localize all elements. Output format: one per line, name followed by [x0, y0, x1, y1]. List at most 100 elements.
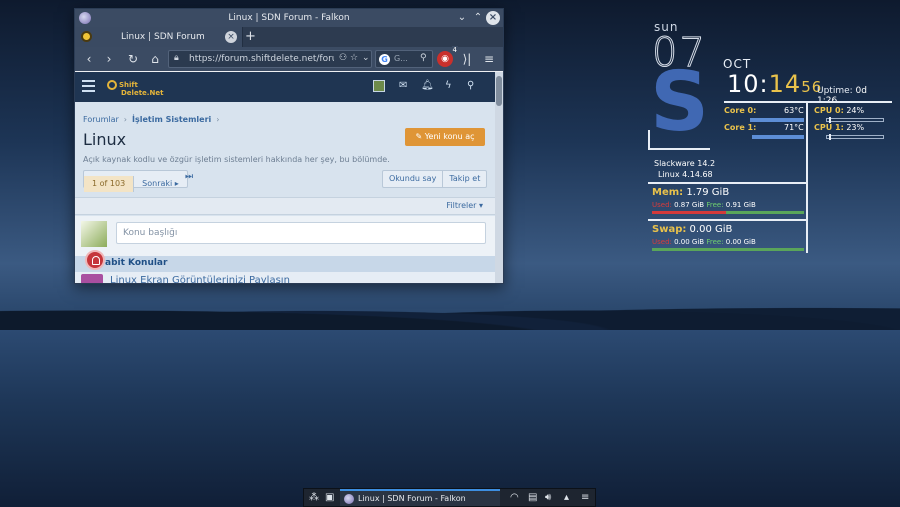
reload-icon[interactable]: ↻ [125, 51, 141, 67]
site-logo[interactable]: Shift Delete.Net [107, 80, 163, 97]
core1-bar [752, 135, 804, 139]
window-titlebar[interactable]: Linux | SDN Forum - Falkon ⌄ ⌃ × [75, 9, 503, 27]
memory-bar [652, 211, 804, 214]
maximize-icon[interactable]: ⌃ [471, 11, 485, 25]
member-avatar [81, 221, 107, 247]
search-box[interactable]: G G... ⚲ [375, 50, 433, 68]
bookmark-star-icon[interactable]: ☆ [350, 53, 358, 63]
sticky-heading: abit Konular [105, 258, 168, 268]
browser-window[interactable]: Linux | SDN Forum - Falkon ⌄ ⌃ × Linux |… [74, 8, 504, 284]
tab-linux-sdn-forum[interactable]: Linux | SDN Forum × [75, 27, 243, 47]
cpu0-bar [826, 117, 884, 123]
cpu1-bar [826, 134, 884, 140]
breadcrumb: Forumlar › İşletim Sistemleri › [83, 115, 220, 124]
forward-icon[interactable]: › [101, 51, 117, 67]
forum-actions: Okundu say Takip et [382, 170, 488, 188]
conky-widget: sun 07 S OCT 10:1456 Uptime: 0d 1:26 Cor… [640, 12, 892, 262]
mark-read-button[interactable]: Okundu say [383, 171, 442, 187]
topic-title-input[interactable]: Konu başlığı [116, 222, 486, 244]
user-icon[interactable]: ⚇ [339, 53, 347, 63]
swap-info: Swap: 0.00 GiB Used: 0.00 GiB Free: 0.00… [652, 224, 804, 251]
window-title: Linux | SDN Forum - Falkon [228, 13, 350, 23]
inbox-icon[interactable]: ✉ [399, 80, 407, 91]
quick-thread-row: Konu başlığı [75, 216, 495, 256]
close-window-icon[interactable]: × [486, 11, 500, 25]
site-header: Shift Delete.Net ✉ 🔔︎ ϟ ⚲ [75, 72, 495, 102]
site-search-icon[interactable]: ⚲ [467, 80, 474, 91]
search-icon[interactable]: ⚲ [420, 53, 427, 63]
forum-description: Açık kaynak kodlu ve özgür işletim siste… [83, 155, 390, 164]
conky-letter: S [650, 55, 710, 150]
web-page: Shift Delete.Net ✉ 🔔︎ ϟ ⚲ Forumlar › İşleti… [75, 72, 495, 283]
logo-circle-icon [107, 80, 117, 90]
memory-info: Mem: 1.79 GiB Used: 0.87 GiB Free: 0.91 … [652, 187, 804, 214]
swap-bar [652, 248, 804, 251]
breadcrumb-item-isletim[interactable]: İşletim Sistemleri [132, 115, 211, 124]
minimize-icon[interactable]: ⌄ [455, 11, 469, 25]
follow-button[interactable]: Takip et [442, 171, 486, 187]
tab-close-icon[interactable]: × [225, 31, 237, 43]
sidebar-toggle-icon[interactable]: ⟩| [459, 51, 475, 67]
thread-avatar [81, 274, 103, 283]
conky-divider [724, 101, 892, 103]
distro: Slackware 14.2 [654, 159, 716, 168]
core0-bar [750, 118, 804, 122]
page-current[interactable]: 1 of 103 [84, 176, 135, 192]
clipboard-icon[interactable]: ▤ [528, 492, 537, 503]
thread-title[interactable]: Linux Ekran Görüntülerinizi Paylaşın [110, 275, 290, 283]
conky-uptime: Uptime: 0d 1:26 [817, 86, 867, 106]
new-tab-button[interactable]: + [245, 29, 256, 44]
page-scrollbar[interactable] [495, 72, 503, 283]
conky-divider [648, 148, 710, 150]
show-desktop-icon[interactable]: ▣ [325, 492, 334, 503]
hamburger-menu-icon[interactable] [82, 80, 95, 92]
user-avatar[interactable] [373, 80, 385, 92]
conky-divider [806, 101, 808, 253]
address-bar[interactable]: 🔒︎ https://forum.shiftdelete.net/forums … [168, 50, 372, 68]
page-next-button[interactable]: Sonraki ▸ [134, 176, 187, 192]
navigation-toolbar: ‹ › ↻ ⌂ 🔒︎ https://forum.shiftdelete.net… [75, 46, 503, 71]
tab-label: Linux | SDN Forum [121, 32, 205, 42]
home-icon[interactable]: ⌂ [147, 51, 163, 67]
conky-time: 10:1456 [727, 70, 823, 98]
bell-icon[interactable]: 🔔︎ [421, 80, 434, 91]
falkon-task-icon [344, 494, 354, 504]
breadcrumb-item-forumlar[interactable]: Forumlar [83, 115, 119, 124]
google-icon: G [379, 54, 390, 65]
logo-text-2: Delete.Net [121, 89, 164, 97]
kernel: Linux 4.14.68 [658, 170, 713, 179]
app-launcher-icon[interactable]: ⁂ [309, 492, 319, 503]
notification-bell-icon[interactable] [85, 250, 105, 270]
wallpaper-lake [0, 330, 900, 507]
tab-bar: Linux | SDN Forum × + [75, 27, 503, 47]
last-page-icon[interactable]: ⏭ [185, 172, 193, 182]
dropdown-chevron-icon[interactable]: ⌄ [362, 53, 370, 63]
logo-text-1: Shift [119, 81, 138, 89]
taskbar-task-falkon[interactable]: Linux | SDN Forum - Falkon [340, 489, 500, 506]
volume-icon[interactable]: 🔊︎ [545, 492, 551, 503]
sticky-threads-header: abit Konular [75, 256, 495, 272]
pagination: 1 of 103 Sonraki ▸ [83, 170, 188, 192]
conky-divider [648, 130, 650, 150]
thread-row[interactable]: Linux Ekran Görüntülerinizi Paylaşın [75, 272, 495, 283]
bolt-icon[interactable]: ϟ [445, 80, 452, 91]
tray-expand-icon[interactable]: ▴ [564, 492, 569, 503]
filters-dropdown[interactable]: Filtreler ▾ [446, 201, 483, 210]
panel-menu-icon[interactable]: ≡ [581, 492, 589, 503]
conky-divider [648, 182, 806, 184]
wifi-icon[interactable]: ◠ [510, 492, 519, 503]
back-icon[interactable]: ‹ [81, 51, 97, 67]
new-topic-button[interactable]: ✎ Yeni konu aç [405, 128, 485, 146]
filter-bar: Filtreler ▾ [75, 197, 495, 215]
menu-icon[interactable]: ≡ [481, 51, 497, 67]
ublock-extension-icon[interactable]: ◉ 4 [437, 46, 458, 67]
conky-month: OCT [723, 57, 752, 71]
cpu0-usage: CPU 0: 24% [814, 106, 884, 123]
lock-icon[interactable]: 🔒︎ [174, 53, 179, 63]
scrollbar-thumb[interactable] [496, 76, 502, 106]
core0-temp: Core 0: 63°C [724, 106, 804, 122]
taskbar: ⁂ ▣ Linux | SDN Forum - Falkon ◠ ▤ 🔊︎ ▴ … [303, 488, 596, 507]
task-label: Linux | SDN Forum - Falkon [358, 494, 466, 503]
url-text[interactable]: https://forum.shiftdelete.net/forums [189, 54, 334, 64]
os-info: Slackware 14.2 Linux 4.14.68 [654, 158, 715, 180]
